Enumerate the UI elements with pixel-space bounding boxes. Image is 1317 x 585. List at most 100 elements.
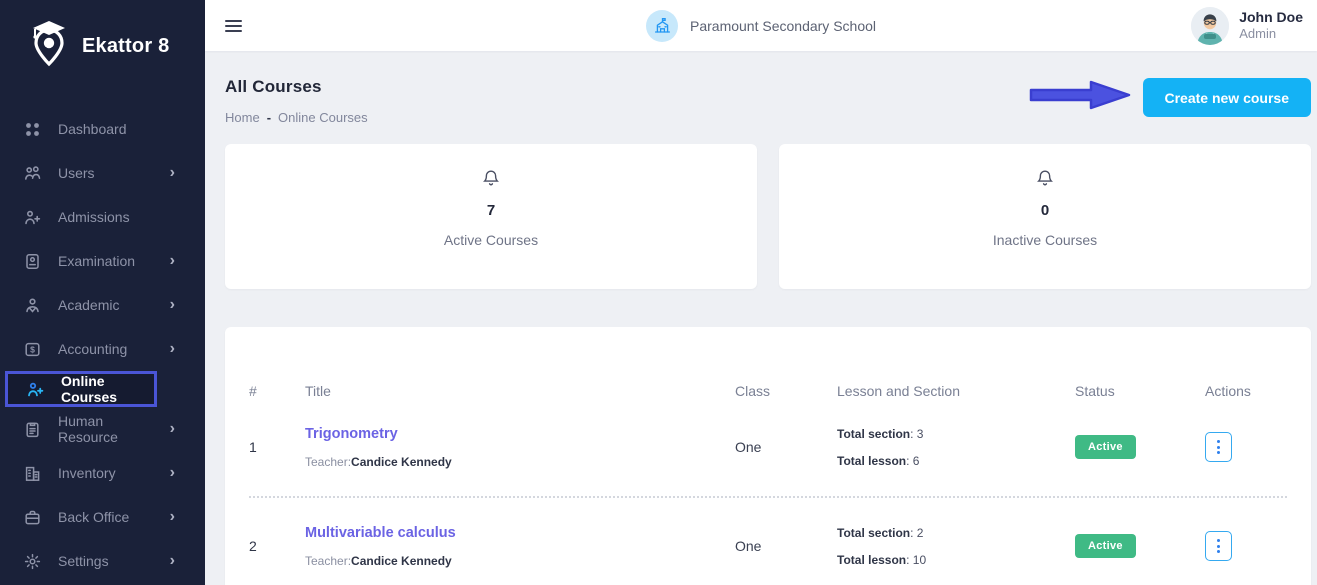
title-cell: Multivariable calculus Teacher:Candice K…	[305, 524, 735, 568]
class-cell: One	[735, 439, 837, 455]
total-section-label: Total section	[837, 427, 910, 441]
sidebar-item-label: Admissions	[58, 209, 187, 225]
app-window: Ekattor 8 Dashboard Use	[0, 0, 1317, 585]
status-cell: Active	[1075, 534, 1205, 558]
sidebar: Ekattor 8 Dashboard Use	[0, 0, 205, 585]
sidebar-item-back-office[interactable]: Back Office ›	[0, 495, 205, 539]
sidebar-item-users[interactable]: Users ›	[0, 151, 205, 195]
sidebar-item-examination[interactable]: Examination ›	[0, 239, 205, 283]
ekattor-pin-logo-icon	[28, 18, 70, 75]
active-courses-count: 7	[487, 202, 495, 219]
inventory-icon	[22, 463, 42, 483]
human-resource-icon	[22, 419, 42, 439]
svg-text:$: $	[30, 344, 35, 354]
course-title-link[interactable]: Multivariable calculus	[305, 525, 456, 541]
page-head: All Courses Home - Online Courses Create…	[225, 77, 1311, 125]
vertical-dots-icon	[1217, 539, 1220, 542]
total-lesson-value: 10	[913, 553, 926, 567]
status-cell: Active	[1075, 435, 1205, 459]
column-header-class: Class	[735, 383, 837, 399]
accounting-icon: $	[22, 339, 42, 359]
sidebar-item-label: Users	[58, 165, 154, 181]
table-row: 1 Trigonometry Teacher:Candice Kennedy O…	[249, 399, 1287, 498]
sidebar-nav: Dashboard Users ›	[0, 107, 205, 583]
course-title-link[interactable]: Trigonometry	[305, 426, 398, 442]
users-icon	[22, 163, 42, 183]
sidebar-item-inventory[interactable]: Inventory ›	[0, 451, 205, 495]
page-head-left: All Courses Home - Online Courses	[225, 77, 368, 125]
row-actions-menu-button[interactable]	[1205, 531, 1232, 561]
chevron-right-icon: ›	[170, 464, 175, 482]
online-courses-icon	[25, 379, 45, 399]
school-building-icon	[646, 10, 678, 42]
sidebar-item-settings[interactable]: Settings ›	[0, 539, 205, 583]
bell-icon	[480, 168, 502, 195]
gear-icon	[22, 551, 42, 571]
sidebar-item-human-resource[interactable]: Human Resource ›	[0, 407, 205, 451]
sidebar-item-online-courses[interactable]: Online Courses	[5, 371, 157, 407]
create-new-course-button[interactable]: Create new course	[1143, 78, 1312, 117]
breadcrumb-separator: -	[267, 110, 271, 125]
examination-icon	[22, 251, 42, 271]
bell-icon	[1034, 168, 1056, 195]
user-name: John Doe	[1239, 8, 1303, 26]
active-courses-label: Active Courses	[444, 232, 538, 248]
sidebar-item-academic[interactable]: Academic ›	[0, 283, 205, 327]
page-title: All Courses	[225, 77, 368, 97]
breadcrumb: Home - Online Courses	[225, 110, 368, 125]
school-badge: Paramount Secondary School	[646, 10, 876, 42]
brand-name: Ekattor 8	[82, 35, 169, 58]
table-row: 2 Multivariable calculus Teacher:Candice…	[249, 498, 1287, 585]
page-head-right: Create new course	[1029, 77, 1312, 118]
inactive-courses-label: Inactive Courses	[993, 232, 1097, 248]
user-menu[interactable]: John Doe Admin	[1191, 7, 1303, 45]
hamburger-menu-icon[interactable]	[225, 20, 242, 32]
avatar	[1191, 7, 1229, 45]
sidebar-item-label: Accounting	[58, 341, 154, 357]
inactive-courses-count: 0	[1041, 202, 1049, 219]
chevron-right-icon: ›	[170, 164, 175, 182]
actions-cell	[1205, 531, 1287, 561]
total-section-label: Total section	[837, 526, 910, 540]
main-area: Paramount Secondary School	[205, 0, 1317, 585]
stats-row: 7 Active Courses 0 Inactive Courses	[225, 144, 1311, 289]
row-number: 1	[249, 439, 305, 455]
sidebar-item-label: Dashboard	[58, 121, 187, 137]
academic-icon	[22, 295, 42, 315]
sidebar-item-accounting[interactable]: $ Accounting ›	[0, 327, 205, 371]
breadcrumb-home[interactable]: Home	[225, 110, 260, 125]
colon: :	[910, 526, 917, 540]
top-header: Paramount Secondary School	[205, 0, 1317, 51]
breadcrumb-current: Online Courses	[278, 110, 368, 125]
row-actions-menu-button[interactable]	[1205, 432, 1232, 462]
sidebar-item-label: Settings	[58, 553, 154, 569]
sidebar-item-admissions[interactable]: Admissions	[0, 195, 205, 239]
school-name: Paramount Secondary School	[690, 18, 876, 34]
teacher-label: Teacher:	[305, 455, 351, 469]
user-role: Admin	[1239, 26, 1303, 43]
class-cell: One	[735, 538, 837, 554]
courses-table-card: # Title Class Lesson and Section Status …	[225, 327, 1311, 585]
lesson-section-cell: Total section: 2 Total lesson: 10	[837, 526, 1075, 567]
total-lesson-label: Total lesson	[837, 454, 906, 468]
title-cell: Trigonometry Teacher:Candice Kennedy	[305, 425, 735, 469]
sidebar-item-label: Online Courses	[61, 373, 141, 405]
teacher-label: Teacher:	[305, 554, 351, 568]
sidebar-item-label: Examination	[58, 253, 154, 269]
column-header-title: Title	[305, 383, 735, 399]
total-section-value: 2	[917, 526, 924, 540]
sidebar-item-label: Academic	[58, 297, 154, 313]
colon: :	[906, 454, 913, 468]
chevron-right-icon: ›	[170, 552, 175, 570]
actions-cell	[1205, 432, 1287, 462]
teacher-name: Candice Kennedy	[351, 455, 452, 469]
lesson-section-cell: Total section: 3 Total lesson: 6	[837, 427, 1075, 468]
total-lesson-label: Total lesson	[837, 553, 906, 567]
sidebar-item-label: Back Office	[58, 509, 154, 525]
column-header-lesson-section: Lesson and Section	[837, 383, 1075, 399]
brand[interactable]: Ekattor 8	[0, 0, 205, 89]
active-courses-card: 7 Active Courses	[225, 144, 757, 289]
sidebar-item-dashboard[interactable]: Dashboard	[0, 107, 205, 151]
table-header-row: # Title Class Lesson and Section Status …	[249, 383, 1287, 399]
back-office-icon	[22, 507, 42, 527]
